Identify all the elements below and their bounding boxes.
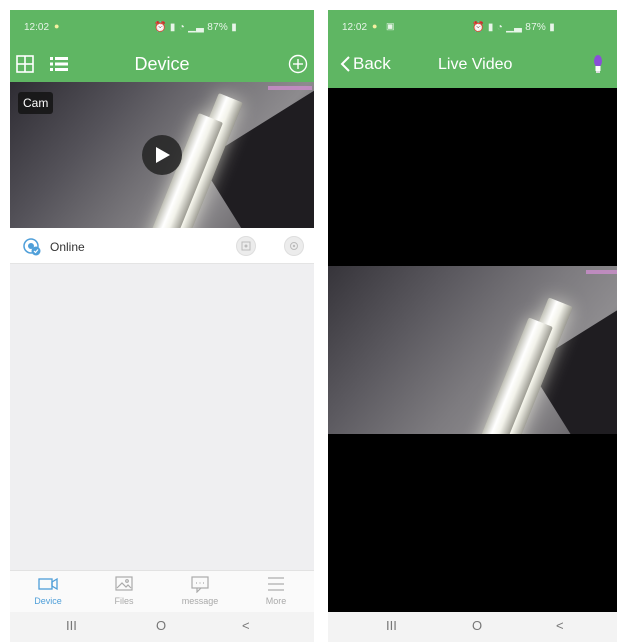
back-nav-button[interactable]: < — [556, 618, 564, 633]
page-title: Device — [134, 54, 190, 74]
system-nav-bar: III O < — [328, 612, 617, 642]
live-video-feed[interactable] — [328, 266, 617, 434]
camera-name-label: Cam — [18, 92, 54, 114]
image-icon — [115, 576, 133, 591]
tab-device[interactable]: Device — [18, 575, 78, 606]
status-bar: 12:02 ● ⏰ ▮ ◔ ▁▃ 87% ▮ — [10, 10, 314, 42]
status-indicators: ⏰ ▮ ◔ ▁▃ 87% ▮ — [154, 22, 238, 33]
recents-button[interactable]: III — [386, 618, 397, 633]
device-list-screen: 12:02 ● ⏰ ▮ ◔ ▁▃ 87% ▮ Device Cam Online… — [10, 10, 314, 642]
battery-percent: 87% — [525, 22, 547, 33]
tab-label: Files — [114, 596, 134, 606]
add-device-icon[interactable] — [288, 54, 308, 74]
tab-label: More — [265, 596, 287, 606]
status-time: 12:02 — [342, 22, 368, 33]
video-camera-icon — [38, 577, 58, 591]
status-indicators: ⏰ ▮ ◔ ▁▃ 87% ▮ — [472, 22, 556, 33]
status-time: 12:02 — [24, 22, 50, 33]
recents-button[interactable]: III — [66, 618, 77, 633]
system-nav-bar: III O < — [10, 612, 314, 642]
home-button[interactable]: O — [472, 618, 482, 633]
timestamp-overlay — [586, 270, 617, 274]
chevron-left-icon — [340, 56, 350, 72]
back-button[interactable]: Back — [340, 54, 391, 74]
tab-message[interactable]: message — [170, 575, 230, 606]
live-video-screen: 12:02 ● ▣ ⏰ ▮ ◔ ▁▃ 87% ▮ Back Live Video… — [328, 10, 617, 642]
device-status-text: Online — [50, 240, 85, 254]
camera-preview[interactable]: Cam — [10, 82, 314, 228]
play-icon — [156, 147, 170, 163]
bottom-tab-bar: Device Files message More — [10, 570, 314, 612]
device-status-row: Online — [10, 228, 314, 264]
notification-icon: ● — [372, 21, 378, 31]
timestamp-overlay — [268, 86, 312, 90]
gallery-notification-icon: ▣ — [386, 21, 395, 31]
header-bar: Back Live Video — [328, 42, 617, 88]
tab-more[interactable]: More — [246, 575, 306, 606]
gear-icon — [290, 242, 298, 250]
back-label: Back — [353, 54, 391, 73]
light-bulb-icon[interactable] — [592, 52, 604, 76]
record-button[interactable] — [236, 236, 256, 256]
record-icon — [241, 241, 251, 251]
video-frame — [328, 266, 617, 434]
battery-percent: 87% — [207, 22, 229, 33]
message-icon — [191, 576, 209, 593]
tab-label: message — [181, 596, 219, 606]
tab-files[interactable]: Files — [94, 575, 154, 606]
menu-icon — [268, 577, 284, 591]
notification-icon: ● — [54, 21, 60, 31]
play-button[interactable] — [142, 135, 182, 175]
back-nav-button[interactable]: < — [242, 618, 250, 633]
online-status-icon — [23, 238, 41, 256]
tab-label: Device — [34, 596, 62, 606]
home-button[interactable]: O — [156, 618, 166, 633]
status-bar: 12:02 ● ▣ ⏰ ▮ ◔ ▁▃ 87% ▮ — [328, 10, 617, 42]
settings-button[interactable] — [284, 236, 304, 256]
page-title: Live Video — [438, 56, 513, 73]
